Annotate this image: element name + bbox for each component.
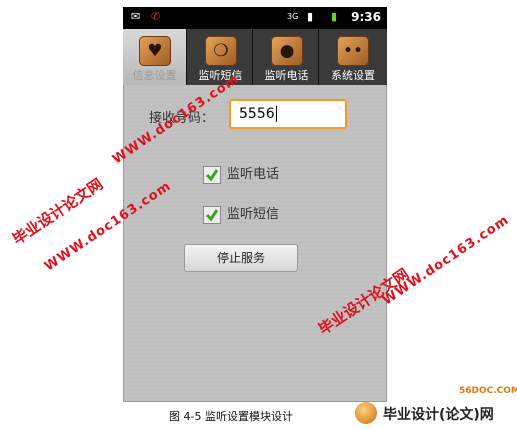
monitor-calls-checkbox[interactable]	[203, 166, 221, 184]
stop-service-button[interactable]: 停止服务	[184, 244, 298, 272]
monitor-sms-label: 监听短信	[227, 207, 280, 222]
receive-number-input[interactable]: 5556	[229, 99, 347, 129]
heart-icon: ♥	[139, 36, 171, 66]
logo-icon	[355, 402, 377, 424]
status-bar: ✉ ✆ 3G ▮ ▮ 9:36	[123, 7, 387, 29]
signal-icon: ▮	[307, 10, 314, 23]
logo-text: 毕业设计(论文)网	[383, 407, 494, 423]
site-brand: 56DOC.COM	[459, 386, 517, 396]
network-type: 3G	[287, 12, 299, 21]
tab-info-settings[interactable]: ♥ 信息设置	[123, 29, 187, 85]
receive-number-value: 5556	[239, 106, 275, 122]
tab-label: 系统设置	[331, 69, 375, 82]
tab-bar: ♥ 信息设置 ❍ 监听短信 ● 监听电话 •• 系统设置	[123, 29, 387, 85]
missed-call-icon: ✆	[151, 10, 161, 23]
figure-caption: 图 4-5 监听设置模块设计	[169, 410, 293, 423]
tab-system-settings[interactable]: •• 系统设置	[321, 29, 385, 85]
monitor-sms-checkbox[interactable]	[203, 206, 221, 224]
text-cursor	[275, 106, 277, 122]
phone-screen: ✉ ✆ 3G ▮ ▮ 9:36 ♥ 信息设置 ❍ 监听短信 ● 监听电话 •• …	[123, 7, 387, 402]
watermark-url: WWW.doc163.com	[380, 212, 513, 309]
tab-label: 信息设置	[132, 69, 177, 82]
person-icon: ●	[271, 36, 303, 66]
dots-icon: ••	[337, 36, 369, 66]
battery-icon: ▮	[331, 10, 338, 23]
tab-monitor-calls[interactable]: ● 监听电话	[255, 29, 319, 85]
chat-bubble-icon: ❍	[205, 36, 237, 66]
monitor-calls-label: 监听电话	[227, 167, 280, 182]
message-icon: ✉	[131, 10, 141, 23]
tab-label: 监听电话	[264, 69, 309, 82]
tab-monitor-sms[interactable]: ❍ 监听短信	[189, 29, 253, 85]
clock: 9:36	[351, 10, 381, 24]
